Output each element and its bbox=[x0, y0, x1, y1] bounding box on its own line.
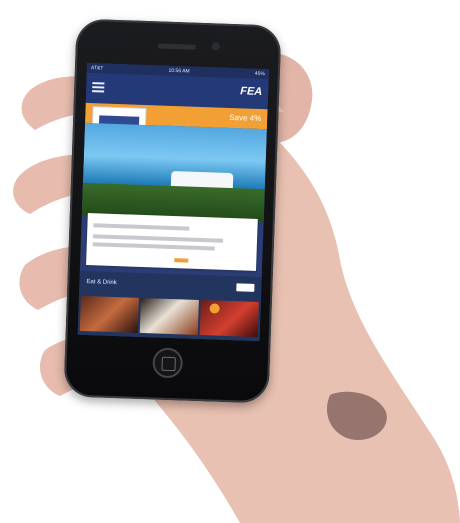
speaker-grill bbox=[157, 43, 196, 50]
card-line-1 bbox=[93, 223, 190, 231]
card-line-2 bbox=[93, 234, 224, 243]
food-thumbnail-3[interactable] bbox=[199, 300, 259, 338]
smartphone: AT&T 10:56 AM 45% FEA Save 4% Eat & Drin… bbox=[63, 18, 282, 404]
offer-card[interactable] bbox=[86, 213, 258, 271]
section-tag[interactable] bbox=[236, 283, 255, 292]
offer-banner-text: Save 4% bbox=[229, 112, 262, 124]
thumbnail-row bbox=[79, 295, 259, 338]
card-cta-button[interactable] bbox=[174, 258, 189, 263]
hamburger-menu-icon[interactable] bbox=[92, 82, 105, 93]
section-title: Eat & Drink bbox=[86, 279, 117, 287]
time-label: 10:56 AM bbox=[168, 67, 190, 75]
carrier-label: AT&T bbox=[90, 65, 104, 72]
food-thumbnail-2[interactable] bbox=[139, 297, 199, 335]
food-thumbnail-1[interactable] bbox=[79, 295, 139, 333]
scene: AT&T 10:56 AM 45% FEA Save 4% Eat & Drin… bbox=[0, 0, 460, 523]
battery-label: 45% bbox=[254, 70, 265, 78]
phone-screen: AT&T 10:56 AM 45% FEA Save 4% Eat & Drin… bbox=[77, 62, 270, 342]
logo-icon: FEA bbox=[240, 85, 263, 99]
home-button-icon[interactable] bbox=[152, 347, 184, 379]
card-line-3 bbox=[92, 242, 215, 251]
eat-drink-section: Eat & Drink bbox=[77, 270, 262, 342]
front-camera-icon bbox=[211, 42, 220, 51]
